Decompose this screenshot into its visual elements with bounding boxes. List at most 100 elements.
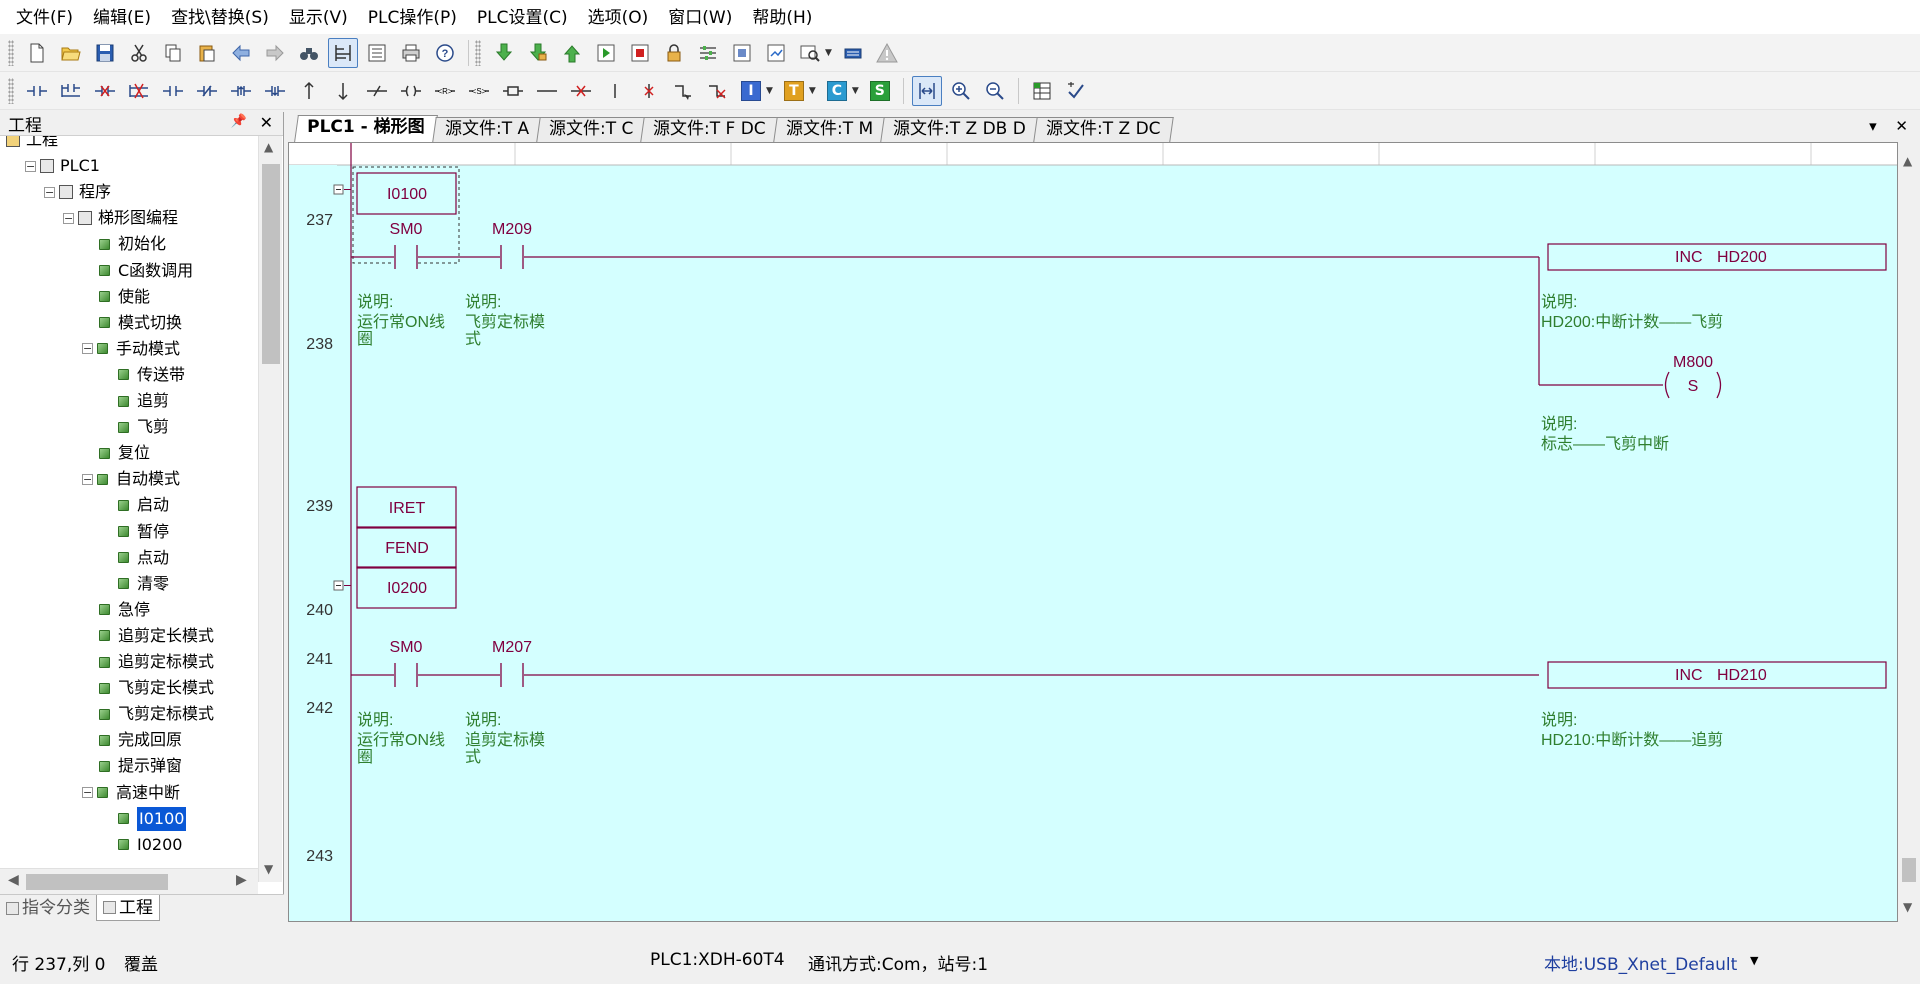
menu-window[interactable]: 窗口(W): [658, 0, 742, 36]
ladder-editor[interactable]: 237 238 239 240 241 242 243 I0100 SM0 说明: 运行常ON线圈 M…: [288, 142, 1898, 922]
contact-pulse-up-button[interactable]: [226, 76, 256, 106]
tree-item[interactable]: 点动: [101, 546, 169, 570]
tab-list-dropdown-icon[interactable]: ▾: [1869, 117, 1877, 135]
zoom-view-button[interactable]: [795, 38, 825, 68]
tree-item[interactable]: 急停: [82, 598, 150, 622]
stop-button[interactable]: [625, 38, 655, 68]
download-button[interactable]: [489, 38, 519, 68]
collapse-toggle-icon[interactable]: −: [82, 787, 93, 798]
menu-plc-settings[interactable]: PLC设置(C): [467, 0, 578, 36]
tree-item[interactable]: − 梯形图编程: [63, 206, 178, 230]
delete-contact-button[interactable]: [90, 76, 120, 106]
panel-tab[interactable]: 工程: [96, 895, 160, 921]
memory-button[interactable]: [727, 38, 757, 68]
tree-item[interactable]: 工程: [6, 136, 58, 152]
tree-item[interactable]: 使能: [82, 285, 150, 309]
close-tab-icon[interactable]: ✕: [1895, 117, 1908, 135]
contact-no-button[interactable]: [22, 76, 52, 106]
chevron-down-icon[interactable]: ▼: [825, 48, 832, 58]
toolbar-grip[interactable]: [475, 39, 481, 66]
delete-vertical-button[interactable]: [634, 76, 664, 106]
contact-rising-button[interactable]: [158, 76, 188, 106]
tree-item[interactable]: 启动: [101, 493, 169, 517]
ladder-diagram[interactable]: 237 238 239 240 241 242 243 I0100 SM0 说明: 运行常ON线圈 M…: [289, 143, 1897, 921]
tree-item[interactable]: 飞剪定长模式: [82, 676, 214, 700]
compile-check-button[interactable]: [1061, 76, 1091, 106]
chevron-down-icon[interactable]: ▼: [766, 86, 773, 96]
tree-vertical-scrollbar[interactable]: ▲ ▼: [258, 136, 282, 882]
tree-item[interactable]: I0100: [101, 806, 187, 831]
tree-item[interactable]: 提示弹窗: [82, 754, 182, 778]
chevron-down-icon[interactable]: ▼: [1750, 954, 1758, 967]
document-tab[interactable]: 源文件:T A: [431, 117, 542, 142]
menu-help[interactable]: 帮助(H): [742, 0, 822, 36]
tree-item[interactable]: 完成回原: [82, 728, 182, 752]
scroll-left-icon[interactable]: ◀: [8, 872, 19, 888]
menu-view[interactable]: 显示(V): [279, 0, 358, 36]
cut-button[interactable]: [124, 38, 154, 68]
function-block-button[interactable]: [498, 76, 528, 106]
scroll-up-icon[interactable]: ▲: [1903, 154, 1912, 168]
fit-width-button[interactable]: [911, 75, 942, 106]
menu-plc-operation[interactable]: PLC操作(P): [358, 0, 467, 36]
parallel-no-button[interactable]: [56, 76, 86, 106]
close-icon[interactable]: ✕: [260, 113, 273, 132]
menu-edit[interactable]: 编辑(E): [83, 0, 161, 36]
tree-item[interactable]: 暂停: [101, 520, 169, 544]
menu-options[interactable]: 选项(O): [578, 0, 659, 36]
chevron-down-icon[interactable]: ▼: [809, 86, 816, 96]
scroll-down-icon[interactable]: ▼: [264, 862, 273, 876]
print-button[interactable]: [396, 38, 426, 68]
undo-button[interactable]: [226, 38, 256, 68]
invert-button[interactable]: [362, 76, 392, 106]
contact-nc-button[interactable]: [192, 76, 222, 106]
document-tab[interactable]: 源文件:T Z DB D: [880, 117, 1039, 142]
tree-item[interactable]: − 自动模式: [82, 467, 180, 491]
contact-pulse-down-button[interactable]: [260, 76, 290, 106]
collapse-toggle-icon[interactable]: −: [44, 186, 55, 198]
draw-line-button[interactable]: [668, 76, 698, 106]
run-button[interactable]: [591, 38, 621, 68]
tree-item[interactable]: I0200: [101, 833, 182, 857]
tree-item[interactable]: 传送带: [101, 363, 185, 387]
comm-button[interactable]: [838, 38, 868, 68]
monitor-button[interactable]: [761, 38, 791, 68]
collapse-toggle-icon[interactable]: −: [82, 343, 93, 355]
tree-item[interactable]: 复位: [82, 441, 150, 465]
document-tab[interactable]: 源文件:T M: [772, 117, 886, 142]
scroll-down-icon[interactable]: ▼: [1903, 900, 1912, 914]
copy-button[interactable]: [158, 38, 188, 68]
local-connection[interactable]: 本地:USB_Xnet_Default: [1544, 950, 1737, 975]
tree-item[interactable]: 清零: [101, 572, 169, 596]
ladder-view-button[interactable]: [328, 37, 358, 68]
instruction-list-button[interactable]: [362, 38, 392, 68]
collapse-toggle-icon[interactable]: −: [25, 160, 36, 172]
delete-parallel-button[interactable]: [124, 76, 154, 106]
document-tab[interactable]: PLC1 - 梯形图: [294, 115, 438, 142]
plc-config-button[interactable]: [693, 38, 723, 68]
tree-item[interactable]: 追剪: [101, 389, 169, 413]
new-file-button[interactable]: [22, 38, 52, 68]
tree-item[interactable]: 模式切换: [82, 311, 182, 335]
scroll-up-icon[interactable]: ▲: [264, 140, 273, 154]
menu-find-replace[interactable]: 查找\替换(S): [161, 0, 279, 36]
zoom-in-button[interactable]: [946, 76, 976, 106]
save-button[interactable]: [90, 38, 120, 68]
scrollbar-thumb[interactable]: [262, 164, 280, 364]
tree-item[interactable]: 飞剪: [101, 415, 169, 439]
ladder-vertical-scrollbar[interactable]: ▲ ▼: [1898, 148, 1920, 922]
document-tab[interactable]: 源文件:T C: [535, 117, 646, 142]
open-file-button[interactable]: [56, 38, 86, 68]
delete-horizontal-button[interactable]: [566, 76, 596, 106]
toolbar-grip[interactable]: [8, 77, 14, 104]
chevron-down-icon[interactable]: ▼: [852, 86, 859, 96]
tree-item[interactable]: 追剪定标模式: [82, 650, 214, 674]
document-tab[interactable]: 源文件:T Z DC: [1032, 117, 1174, 142]
document-tab[interactable]: 源文件:T F DC: [640, 117, 779, 142]
paste-button[interactable]: [192, 38, 222, 68]
tree-horizontal-scrollbar[interactable]: ◀ ▶: [0, 868, 258, 894]
pin-icon[interactable]: 📌: [231, 114, 247, 129]
tree-item[interactable]: C函数调用: [82, 259, 193, 283]
tree-item[interactable]: − 高速中断: [82, 781, 180, 805]
tree-item[interactable]: 追剪定长模式: [82, 624, 214, 648]
